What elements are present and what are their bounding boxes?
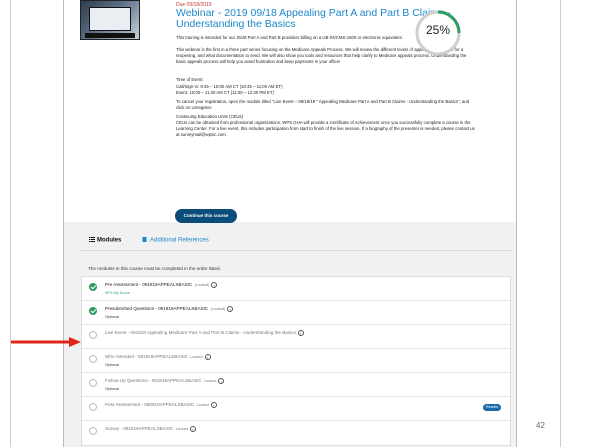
cancel-instructions-text: To cancel your registration, open the mo… xyxy=(176,99,470,110)
slide-border-left xyxy=(10,0,11,447)
empty-circle-icon xyxy=(89,379,97,387)
tab-modules-label: Modules xyxy=(97,237,122,244)
module-row[interactable]: Post Assessment - 080819APPEALSBASIC Loc… xyxy=(82,397,510,421)
module-row[interactable]: Pre Assessment - 091819APPEALSBASIC (Loc… xyxy=(82,277,510,301)
tab-modules[interactable]: Modules xyxy=(89,237,121,244)
module-row[interactable]: Who Attended - 091819APPEALSBASIC Locked… xyxy=(82,349,510,373)
info-icon[interactable]: i xyxy=(218,378,225,384)
continue-course-button[interactable]: Continue this course xyxy=(175,209,237,223)
module-title: Pre Assessment - 091819APPEALSBASIC xyxy=(105,282,193,287)
module-title: Survey - 091819APPEALSBASIC xyxy=(105,426,174,431)
module-name[interactable]: Pre Assessment - 091819APPEALSBASIC (Loc… xyxy=(105,282,218,288)
info-icon[interactable]: i xyxy=(297,330,304,336)
list-icon xyxy=(89,237,95,242)
results-button[interactable]: Results xyxy=(483,404,501,411)
time-event-text: Event: 10:00 – 11:30 AM CT (11:00 – 12:3… xyxy=(176,90,274,95)
module-name[interactable]: Follow-Up Questions - 091819APPEALSBASIC… xyxy=(105,378,225,384)
module-row[interactable]: Live Event - 091819 Appealing Medicare P… xyxy=(82,325,510,349)
module-name[interactable]: Live Event - 091819 Appealing Medicare P… xyxy=(105,330,304,336)
slide-page-number: 42 xyxy=(536,421,545,430)
time-heading: Time of Event: xyxy=(176,77,204,82)
module-subtext: Optional xyxy=(105,315,120,319)
empty-circle-icon xyxy=(89,331,97,339)
slide: Due 09/18/2019 Webinar - 2019 09/18 Appe… xyxy=(0,0,592,447)
course-thumbnail xyxy=(80,0,140,40)
module-name[interactable]: Survey - 091819APPEALSBASIC Locked i xyxy=(105,426,196,432)
empty-circle-icon xyxy=(89,355,97,363)
check-circle-icon xyxy=(89,283,97,291)
module-subtext: Optional xyxy=(105,363,120,367)
module-title: Who Attended - 091819APPEALSBASIC xyxy=(105,354,188,359)
empty-circle-icon xyxy=(89,427,97,435)
module-lock-label: (Locked) xyxy=(194,283,210,287)
laptop-screen-icon xyxy=(89,7,131,31)
info-icon[interactable]: i xyxy=(204,354,211,360)
module-title: Post Assessment - 080819APPEALSBASIC xyxy=(105,402,195,407)
laptop-keyboard-icon xyxy=(85,33,135,38)
check-circle-icon xyxy=(89,307,97,315)
module-name[interactable]: Who Attended - 091819APPEALSBASIC Locked… xyxy=(105,354,211,360)
course-screenshot: Due 09/18/2019 Webinar - 2019 09/18 Appe… xyxy=(63,0,517,447)
module-subtext: Optional xyxy=(105,387,120,391)
tabs-divider xyxy=(81,250,511,251)
module-title: Presubmitted Questions - 091819APPEALSBA… xyxy=(105,306,209,311)
empty-circle-icon xyxy=(89,403,97,411)
module-list: Pre Assessment - 091819APPEALSBASIC (Loc… xyxy=(81,276,511,446)
module-lock-label: Locked xyxy=(190,355,203,359)
info-icon[interactable]: i xyxy=(227,306,234,312)
slide-border-right xyxy=(560,0,561,447)
progress-percent: 25% xyxy=(425,23,451,37)
module-subtext: 90% My Score xyxy=(105,291,130,295)
module-name[interactable]: Post Assessment - 080819APPEALSBASIC Loc… xyxy=(105,402,217,408)
red-arrow-annotation xyxy=(11,337,81,347)
document-icon xyxy=(142,237,147,242)
tab-additional-references[interactable]: Additional References xyxy=(142,237,209,244)
tab-additional-references-label: Additional References xyxy=(150,237,209,244)
module-title: Live Event - 091819 Appealing Medicare P… xyxy=(105,330,296,335)
info-icon[interactable]: i xyxy=(210,402,217,408)
info-icon[interactable]: i xyxy=(189,426,196,432)
module-row[interactable]: Presubmitted Questions - 091819APPEALSBA… xyxy=(82,301,510,325)
module-lock-label: (Locked) xyxy=(210,307,226,311)
module-row[interactable]: Follow-Up Questions - 091819APPEALSBASIC… xyxy=(82,373,510,397)
module-row[interactable]: Survey - 091819APPEALSBASIC Locked i xyxy=(82,421,510,445)
module-name[interactable]: Presubmitted Questions - 091819APPEALSBA… xyxy=(105,306,234,312)
info-icon[interactable]: i xyxy=(211,282,218,288)
module-title: Follow-Up Questions - 091819APPEALSBASIC xyxy=(105,378,202,383)
module-lock-label: Locked xyxy=(204,379,217,383)
module-lock-label: Locked xyxy=(196,403,209,407)
ceu-body-text: CEUs can be obtained from professional o… xyxy=(176,120,475,137)
modules-order-note: The modules in this course must be compl… xyxy=(88,266,221,271)
module-lock-label: Locked xyxy=(175,427,188,431)
